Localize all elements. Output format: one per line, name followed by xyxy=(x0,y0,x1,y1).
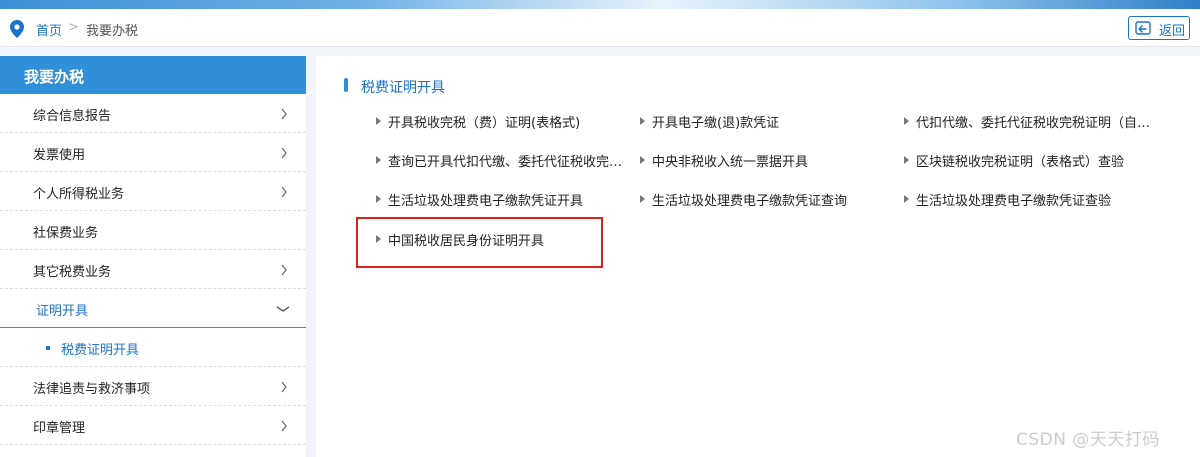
sidebar-item-label: 法律追责与救济事项 xyxy=(33,382,151,397)
sidebar-item-personal-income-tax[interactable]: 个人所得税业务 xyxy=(0,172,306,211)
sidebar-item-label: 发票使用 xyxy=(33,148,86,163)
main-content: 税费证明开具 开具税收完税（费）证明(表格式) 开具电子缴(退)款凭证 代扣代缴… xyxy=(316,56,1200,457)
sidebar-subitem-label: 税费证明开具 xyxy=(61,343,140,358)
sidebar-item-social-insurance[interactable]: 社保费业务 xyxy=(0,211,306,250)
link-label: 中央非税收入统一票据开具 xyxy=(652,155,809,170)
caret-right-icon xyxy=(904,117,909,125)
link-label: 开具税收完税（费）证明(表格式) xyxy=(388,116,581,131)
location-pin-icon xyxy=(10,20,24,38)
sidebar: 我要办税 综合信息报告 发票使用 个人所得税业务 社保费业务 其它税费业务 证明… xyxy=(0,56,306,457)
link-label: 代扣代缴、委托代征税收完税证明（自… xyxy=(916,116,1151,131)
breadcrumb-separator: > xyxy=(68,20,79,35)
link-withholding-certificate[interactable]: 代扣代缴、委托代征税收完税证明（自… xyxy=(904,111,1160,131)
caret-right-icon xyxy=(904,195,909,203)
sidebar-item-label: 社保费业务 xyxy=(33,226,99,241)
section-marker xyxy=(344,78,348,92)
sidebar-item-label: 综合信息报告 xyxy=(33,109,112,124)
caret-right-icon xyxy=(376,195,381,203)
link-garbage-fee-voucher-verify[interactable]: 生活垃圾处理费电子缴款凭证查验 xyxy=(904,189,1160,209)
sidebar-item-label: 证明开具 xyxy=(36,304,89,319)
breadcrumb-current: 我要办税 xyxy=(86,24,139,39)
chevron-right-icon xyxy=(281,186,287,198)
sidebar-item-label: 其它税费业务 xyxy=(33,265,112,280)
caret-right-icon xyxy=(640,195,645,203)
link-label: 生活垃圾处理费电子缴款凭证开具 xyxy=(388,194,584,209)
link-label: 中国税收居民身份证明开具 xyxy=(388,234,545,249)
sidebar-item-other-tax[interactable]: 其它税费业务 xyxy=(0,250,306,289)
breadcrumb-home-link[interactable]: 首页 xyxy=(36,20,62,39)
caret-right-icon xyxy=(376,235,381,243)
sidebar-item-label: 个人所得税业务 xyxy=(33,187,125,202)
sidebar-subitem-tax-certificate[interactable]: 税费证明开具 xyxy=(0,328,306,367)
caret-right-icon xyxy=(640,117,645,125)
sidebar-item-certificate-issue[interactable]: 证明开具 xyxy=(0,289,306,328)
chevron-right-icon xyxy=(281,108,287,120)
section-title: 税费证明开具 xyxy=(361,80,445,96)
caret-right-icon xyxy=(640,156,645,164)
link-label: 查询已开具代扣代缴、委托代征税收完… xyxy=(388,155,623,170)
chevron-right-icon xyxy=(281,420,287,432)
link-label: 生活垃圾处理费电子缴款凭证查询 xyxy=(652,194,848,209)
sidebar-header: 我要办税 xyxy=(0,56,306,94)
chevron-right-icon xyxy=(281,147,287,159)
link-garbage-fee-voucher-query[interactable]: 生活垃圾处理费电子缴款凭证查询 xyxy=(640,189,880,209)
link-label: 开具电子缴(退)款凭证 xyxy=(652,116,780,131)
breadcrumb-bar: 首页 > 我要办税 返回 xyxy=(0,9,1200,47)
back-button[interactable]: 返回 xyxy=(1128,16,1190,40)
link-garbage-fee-voucher-issue[interactable]: 生活垃圾处理费电子缴款凭证开具 xyxy=(376,189,616,209)
sidebar-item-seal-management[interactable]: 印章管理 xyxy=(0,406,306,445)
return-icon xyxy=(1135,21,1151,35)
caret-right-icon xyxy=(376,156,381,164)
sidebar-item-legal-remedy[interactable]: 法律追责与救济事项 xyxy=(0,367,306,406)
link-label: 生活垃圾处理费电子缴款凭证查验 xyxy=(916,194,1112,209)
link-label: 区块链税收完税证明（表格式）查验 xyxy=(916,155,1125,170)
sidebar-item-invoice-use[interactable]: 发票使用 xyxy=(0,133,306,172)
link-issue-tax-payment-certificate[interactable]: 开具税收完税（费）证明(表格式) xyxy=(376,111,616,131)
sidebar-item-label: 印章管理 xyxy=(33,421,86,436)
chevron-right-icon xyxy=(281,381,287,393)
caret-right-icon xyxy=(904,156,909,164)
header-banner xyxy=(0,0,1200,9)
caret-right-icon xyxy=(376,117,381,125)
link-central-non-tax-receipt[interactable]: 中央非税收入统一票据开具 xyxy=(640,150,880,170)
bullet-icon xyxy=(46,346,50,350)
chevron-right-icon xyxy=(281,264,287,276)
link-blockchain-certificate-verify[interactable]: 区块链税收完税证明（表格式）查验 xyxy=(904,150,1160,170)
sidebar-title: 我要办税 xyxy=(24,68,85,86)
watermark: CSDN @天天打码 xyxy=(1016,430,1160,450)
back-button-label: 返回 xyxy=(1159,24,1186,39)
chevron-down-icon xyxy=(276,306,290,312)
sidebar-item-general-info-report[interactable]: 综合信息报告 xyxy=(0,94,306,133)
link-electronic-payment-voucher[interactable]: 开具电子缴(退)款凭证 xyxy=(640,111,880,131)
link-tax-residency-certificate[interactable]: 中国税收居民身份证明开具 xyxy=(376,229,616,249)
link-query-withholding-certificate[interactable]: 查询已开具代扣代缴、委托代征税收完… xyxy=(376,150,628,170)
